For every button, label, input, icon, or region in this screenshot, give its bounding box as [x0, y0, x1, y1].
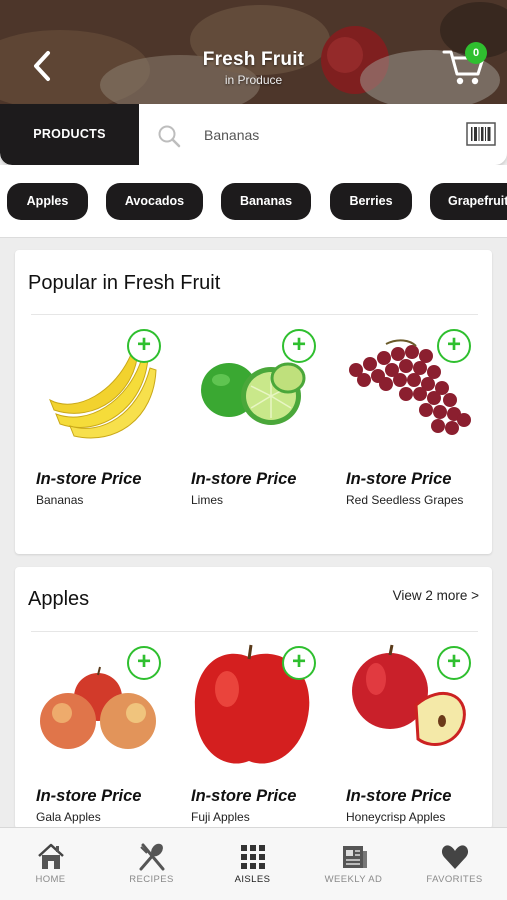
- add-to-list-button[interactable]: +: [282, 646, 316, 680]
- product-price: In-store Price: [36, 787, 142, 805]
- add-to-list-button[interactable]: +: [437, 329, 471, 363]
- product-name: Red Seedless Grapes: [346, 493, 464, 507]
- chip-berries[interactable]: Berries: [330, 183, 412, 220]
- products-tab[interactable]: PRODUCTS: [0, 104, 139, 165]
- product-price: In-store Price: [191, 470, 297, 488]
- page-title: Fresh Fruit: [202, 49, 305, 70]
- page-subtitle: in Produce: [224, 73, 283, 87]
- product-price: In-store Price: [191, 787, 297, 805]
- add-to-list-button[interactable]: +: [437, 646, 471, 680]
- nav-favorites[interactable]: FAVORITES: [404, 828, 505, 900]
- barcode-scan-button[interactable]: [466, 122, 496, 146]
- nav-aisles[interactable]: AISLES: [202, 828, 303, 900]
- chip-apples[interactable]: Apples: [7, 183, 88, 220]
- product-name: Gala Apples: [36, 810, 101, 824]
- add-to-list-button[interactable]: +: [127, 329, 161, 363]
- nav-recipes[interactable]: RECIPES: [101, 828, 202, 900]
- category-chips: Apples Avocados Bananas Berries Grapefru…: [0, 165, 507, 238]
- nav-label: RECIPES: [129, 874, 174, 885]
- product-price: In-store Price: [346, 787, 452, 805]
- bottom-nav: HOME RECIPES AISLES WEEKLY AD FAVORITES: [0, 827, 507, 900]
- product-name: Fuji Apples: [191, 810, 250, 824]
- nav-label: WEEKLY AD: [324, 874, 383, 885]
- product-card[interactable]: In-store Price Gala Apples: [36, 639, 186, 829]
- chip-avocados[interactable]: Avocados: [106, 183, 203, 220]
- add-to-list-button[interactable]: +: [127, 646, 161, 680]
- chip-grapefruit[interactable]: Grapefruit: [430, 183, 507, 220]
- product-name: Limes: [191, 493, 224, 507]
- nav-label: FAVORITES: [426, 874, 483, 885]
- nav-label: HOME: [35, 874, 66, 885]
- chip-bananas[interactable]: Bananas: [221, 183, 311, 220]
- product-card[interactable]: In-store Price Limes: [191, 322, 341, 532]
- barcode-icon: [466, 122, 496, 146]
- product-name: Bananas: [36, 493, 84, 507]
- popular-section: Popular in Fresh Fruit In-store Price Ba…: [15, 250, 492, 554]
- apples-section: Apples View 2 more > In-store Price Gala…: [15, 567, 492, 829]
- add-to-list-button[interactable]: +: [282, 329, 316, 363]
- product-name: Honeycrisp Apples Snacking: [346, 810, 446, 829]
- product-card[interactable]: In-store Price Red Seedless Grapes: [346, 322, 492, 532]
- product-price: In-store Price: [36, 470, 142, 488]
- view-more-link[interactable]: View 2 more >: [393, 588, 479, 603]
- cart-count-badge: 0: [465, 42, 487, 64]
- section-title: Popular in Fresh Fruit: [28, 272, 221, 294]
- home-icon: [38, 843, 64, 869]
- product-card[interactable]: In-store Price Fuji Apples: [191, 639, 341, 829]
- aisles-icon: [241, 845, 265, 869]
- product-card[interactable]: In-store Price Bananas: [36, 322, 186, 532]
- weekly-ad-icon: [343, 846, 367, 868]
- favorites-icon: [441, 845, 469, 869]
- nav-label: AISLES: [234, 874, 271, 885]
- recipes-icon: [139, 843, 165, 871]
- search-icon: [158, 125, 181, 148]
- search-input[interactable]: [204, 122, 444, 148]
- nav-weekly-ad[interactable]: WEEKLY AD: [303, 828, 404, 900]
- section-title: Apples: [28, 588, 90, 610]
- search-bar: PRODUCTS: [0, 104, 507, 165]
- product-price: In-store Price: [346, 470, 452, 488]
- nav-home[interactable]: HOME: [0, 828, 101, 900]
